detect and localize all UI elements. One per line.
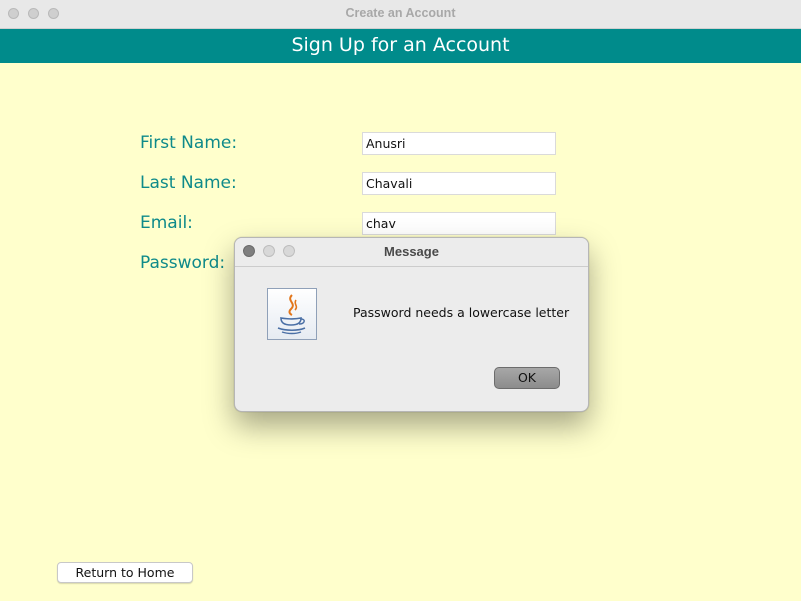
header-bar: Sign Up for an Account	[0, 29, 801, 63]
last-name-field[interactable]: Chavali	[362, 172, 556, 195]
dialog-message: Password needs a lowercase letter	[353, 305, 570, 320]
first-name-field[interactable]: Anusri	[362, 132, 556, 155]
dialog-titlebar: Message	[235, 238, 588, 267]
page-title: Sign Up for an Account	[291, 34, 510, 56]
email-label: Email:	[140, 213, 193, 233]
first-name-label: First Name:	[140, 133, 238, 153]
password-label: Password:	[140, 253, 226, 273]
return-home-button[interactable]: Return to Home	[57, 562, 193, 583]
window-title: Create an Account	[345, 6, 456, 20]
last-name-label: Last Name:	[140, 173, 237, 193]
email-field[interactable]: chav	[362, 212, 556, 235]
message-dialog: Message Password needs a lowercase lette…	[234, 237, 589, 412]
ok-button[interactable]: OK	[494, 367, 560, 389]
java-cup-icon	[267, 288, 317, 340]
dialog-title: Message	[384, 244, 439, 259]
window-titlebar: Create an Account	[0, 0, 801, 29]
